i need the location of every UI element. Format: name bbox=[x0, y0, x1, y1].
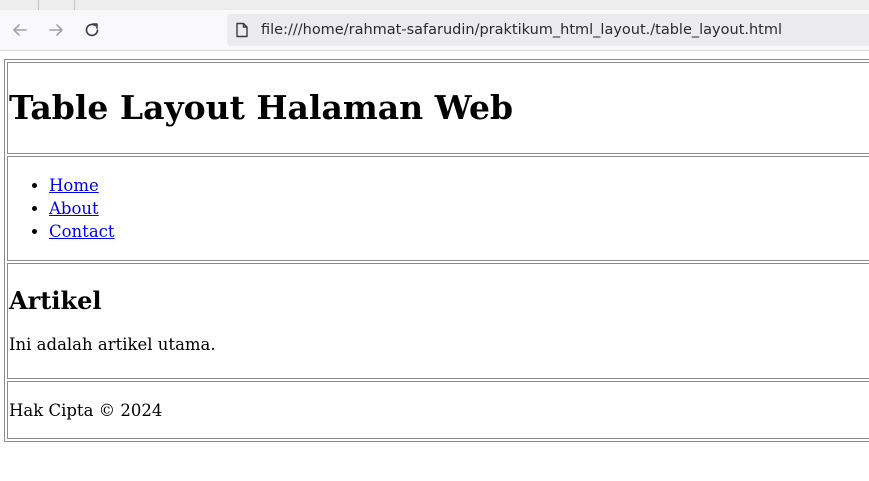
article-title: Artikel bbox=[9, 285, 102, 315]
tab-separator bbox=[38, 0, 39, 10]
browser-toolbar: file:///home/rahmat-safarudin/praktikum_… bbox=[0, 10, 869, 51]
article-text: Ini adalah artikel utama. bbox=[9, 335, 216, 355]
nav-item: Contact bbox=[49, 220, 869, 243]
tab-separator bbox=[74, 0, 75, 10]
address-bar[interactable]: file:///home/rahmat-safarudin/praktikum_… bbox=[227, 14, 869, 46]
tab-strip bbox=[0, 0, 869, 10]
reload-icon bbox=[85, 23, 99, 37]
nav-row: Home About Contact bbox=[7, 156, 869, 261]
footer-cell: Hak Cipta © 2024 bbox=[7, 381, 869, 439]
url-text[interactable]: file:///home/rahmat-safarudin/praktikum_… bbox=[261, 14, 782, 46]
page-icon bbox=[235, 22, 249, 42]
header-row: Table Layout Halaman Web bbox=[7, 62, 869, 154]
reload-button[interactable] bbox=[79, 18, 105, 42]
nav-item: About bbox=[49, 197, 869, 220]
layout-table: Table Layout Halaman Web Home About Cont… bbox=[4, 59, 869, 442]
page-viewport: Table Layout Halaman Web Home About Cont… bbox=[0, 51, 869, 481]
forward-button[interactable] bbox=[43, 18, 69, 42]
footer-row: Hak Cipta © 2024 bbox=[7, 381, 869, 439]
header-cell: Table Layout Halaman Web bbox=[7, 62, 869, 154]
page-title: Table Layout Halaman Web bbox=[9, 87, 514, 127]
arrow-left-icon bbox=[13, 24, 27, 36]
nav-cell: Home About Contact bbox=[7, 156, 869, 261]
article-cell: Artikel Ini adalah artikel utama. bbox=[7, 263, 869, 379]
article-row: Artikel Ini adalah artikel utama. bbox=[7, 263, 869, 379]
nav-link-about[interactable]: About bbox=[49, 199, 99, 218]
nav-link-home[interactable]: Home bbox=[49, 176, 99, 195]
back-button[interactable] bbox=[7, 18, 33, 42]
nav-list: Home About Contact bbox=[9, 174, 869, 243]
nav-item: Home bbox=[49, 174, 869, 197]
footer-text: Hak Cipta © 2024 bbox=[9, 400, 163, 420]
arrow-right-icon bbox=[49, 24, 63, 36]
nav-link-contact[interactable]: Contact bbox=[49, 222, 115, 241]
